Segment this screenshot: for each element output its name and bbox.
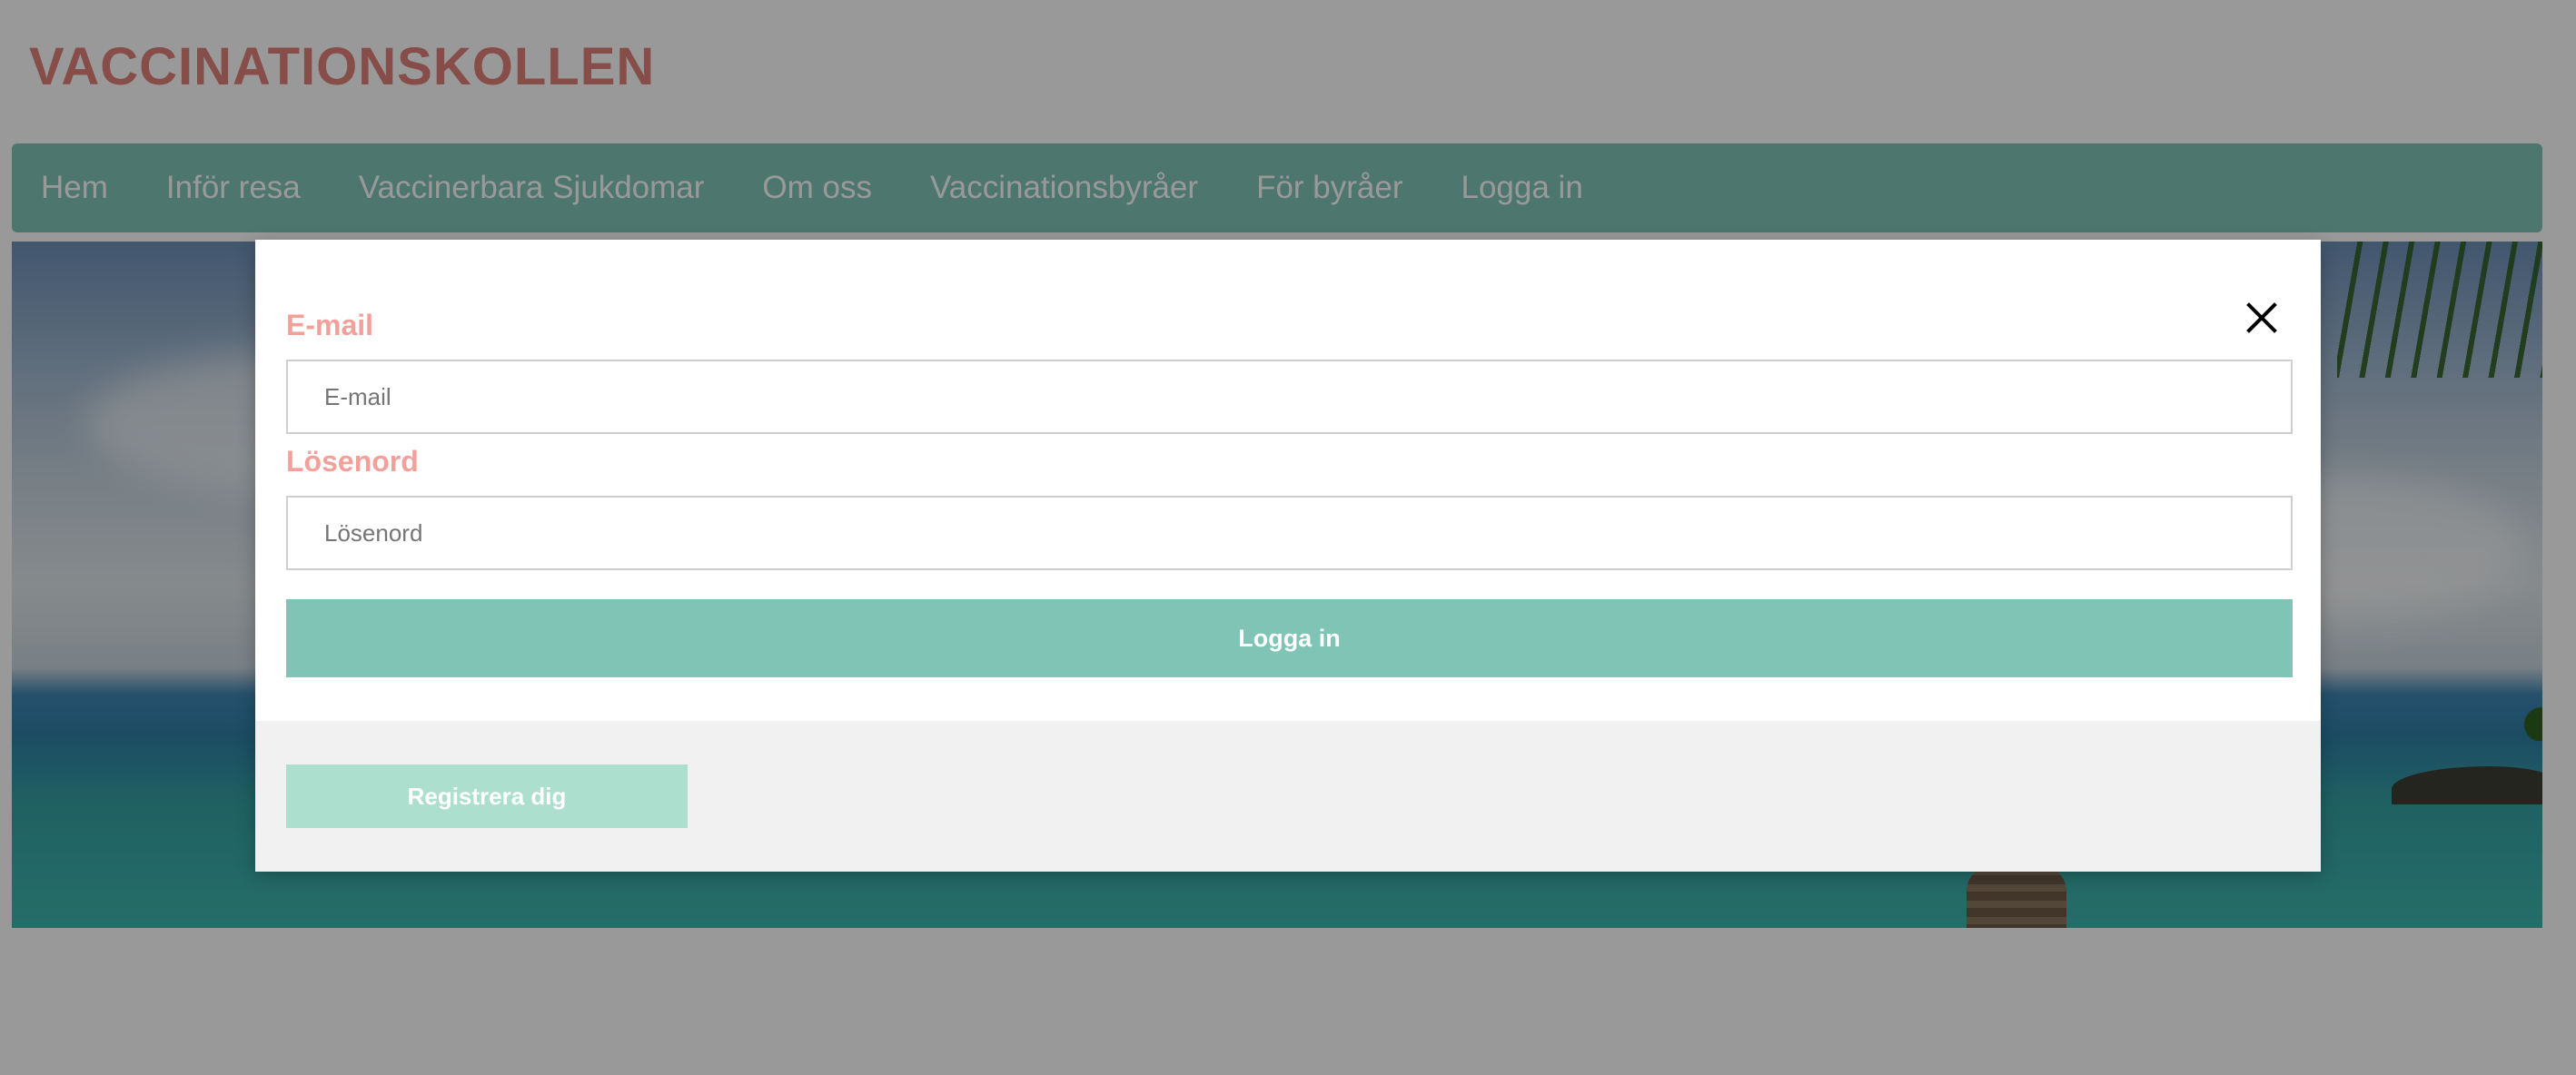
login-modal-footer: Registrera dig bbox=[255, 721, 2321, 872]
close-icon bbox=[2236, 292, 2287, 343]
register-button[interactable]: Registrera dig bbox=[286, 764, 688, 828]
close-modal-button[interactable] bbox=[2236, 292, 2287, 343]
email-field[interactable] bbox=[286, 360, 2293, 434]
login-modal: E-mail Lösenord Logga in Registrera dig bbox=[255, 240, 2321, 872]
login-modal-body: E-mail Lösenord Logga in bbox=[255, 240, 2321, 721]
password-field[interactable] bbox=[286, 496, 2293, 570]
password-label: Lösenord bbox=[286, 445, 419, 478]
login-button[interactable]: Logga in bbox=[286, 599, 2293, 677]
email-label: E-mail bbox=[286, 309, 374, 341]
